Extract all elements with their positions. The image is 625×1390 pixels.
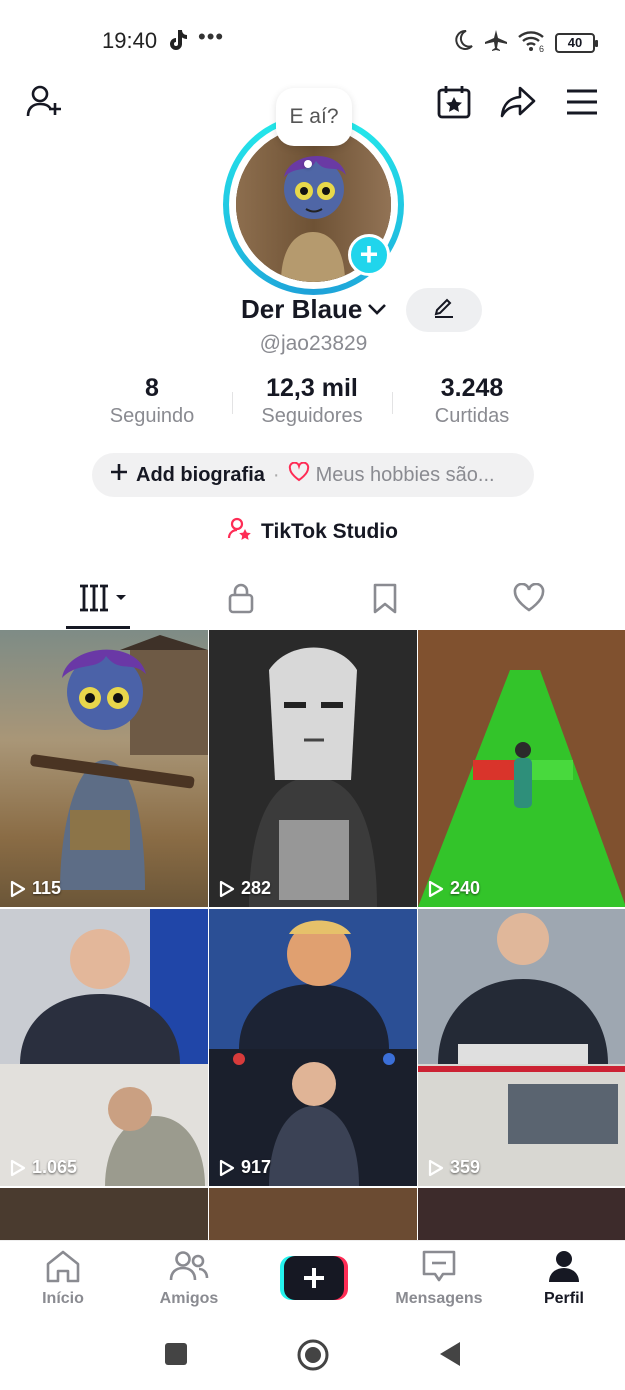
view-count: 1.065	[10, 1157, 77, 1178]
video-thumbnail[interactable]: 115	[0, 630, 208, 907]
view-count: 282	[219, 878, 271, 899]
bubble-tail	[304, 160, 312, 168]
username: @jao23829	[259, 332, 368, 355]
battery-icon: 40	[555, 32, 598, 53]
video-thumbnail[interactable]	[0, 1188, 208, 1240]
name-row: Der Blaue	[0, 292, 625, 332]
calendar-star-icon[interactable]	[434, 82, 474, 122]
tab-private[interactable]	[211, 580, 271, 620]
add-friend-icon[interactable]	[24, 82, 64, 122]
create-button[interactable]	[280, 1256, 348, 1300]
video-grid: 115 282 240 1.065 917 359	[0, 630, 625, 1240]
stat-following[interactable]: 8 Seguindo	[72, 374, 232, 434]
display-name[interactable]: Der Blaue	[241, 294, 362, 325]
video-thumbnail[interactable]: 1.065	[0, 909, 208, 1186]
profile-icon	[547, 1249, 581, 1288]
status-time: 19:40	[102, 28, 158, 53]
separator-dot: ·	[272, 463, 280, 486]
stat-likes[interactable]: 3.248 Curtidas	[392, 374, 552, 434]
nav-profile[interactable]: Perfil	[519, 1249, 609, 1308]
friends-icon	[169, 1249, 209, 1288]
status-icons: 6 40	[451, 28, 598, 57]
tiktok-note-icon	[166, 28, 188, 57]
video-thumbnail[interactable]	[209, 1188, 417, 1240]
stat-followers[interactable]: 12,3 mil Seguidores	[232, 374, 392, 434]
airplane-icon	[483, 28, 509, 57]
share-icon[interactable]	[498, 82, 538, 122]
heart-icon	[512, 582, 546, 618]
tab-liked[interactable]	[499, 580, 559, 620]
recents-square-icon[interactable]	[164, 1342, 188, 1371]
bottom-navigation: Início Amigos Mensagens Perfil	[0, 1240, 625, 1316]
heart-icon	[288, 461, 310, 488]
view-count: 359	[428, 1157, 480, 1178]
active-tab-indicator	[66, 626, 130, 629]
edit-profile-button[interactable]	[406, 288, 482, 332]
video-thumbnail[interactable]: 359	[418, 909, 625, 1186]
lock-icon	[226, 582, 256, 619]
status-bar: 19:40 ••• 6 40	[0, 0, 625, 80]
speech-bubble[interactable]: E aí?	[276, 88, 352, 146]
inbox-icon	[421, 1249, 457, 1288]
status-dots: •••	[198, 24, 225, 49]
home-circle-icon[interactable]	[296, 1338, 330, 1377]
video-thumbnail[interactable]: 240	[418, 630, 625, 907]
nav-inbox[interactable]: Mensagens	[394, 1249, 484, 1308]
add-bio-label: Add biografia	[136, 463, 265, 486]
tab-videos[interactable]	[70, 580, 130, 620]
view-count: 115	[10, 878, 61, 899]
moon-icon	[451, 28, 475, 57]
profile-tabs	[0, 570, 625, 630]
svg-text:6: 6	[539, 44, 544, 52]
add-story-button[interactable]: +	[348, 234, 390, 276]
bio-hint: Meus hobbies são...	[315, 463, 495, 486]
menu-icon[interactable]	[562, 82, 602, 122]
system-navigation	[0, 1318, 625, 1390]
pencil-icon	[432, 296, 456, 325]
tiktok-studio-link[interactable]: TikTok Studio	[0, 516, 625, 548]
tab-saved[interactable]	[355, 580, 415, 620]
studio-label: TikTok Studio	[261, 520, 398, 543]
back-triangle-icon[interactable]	[438, 1340, 462, 1373]
view-count: 917	[219, 1157, 271, 1178]
view-count: 240	[428, 878, 480, 899]
wifi-icon: 6	[517, 28, 547, 57]
nav-friends[interactable]: Amigos	[144, 1249, 234, 1308]
studio-person-star-icon	[227, 516, 253, 548]
video-thumbnail[interactable]: 917	[209, 909, 417, 1186]
bookmark-icon	[371, 582, 399, 619]
video-thumbnail[interactable]	[418, 1188, 625, 1240]
videos-grid-icon	[74, 583, 126, 618]
chevron-down-icon[interactable]	[366, 298, 388, 325]
video-thumbnail[interactable]: 282	[209, 630, 417, 907]
plus-icon	[110, 463, 128, 487]
nav-home[interactable]: Início	[18, 1249, 108, 1308]
add-bio-button[interactable]: Add biografia · Meus hobbies são...	[92, 453, 534, 497]
profile-stats: 8 Seguindo 12,3 mil Seguidores 3.248 Cur…	[72, 374, 552, 434]
home-icon	[44, 1249, 82, 1288]
